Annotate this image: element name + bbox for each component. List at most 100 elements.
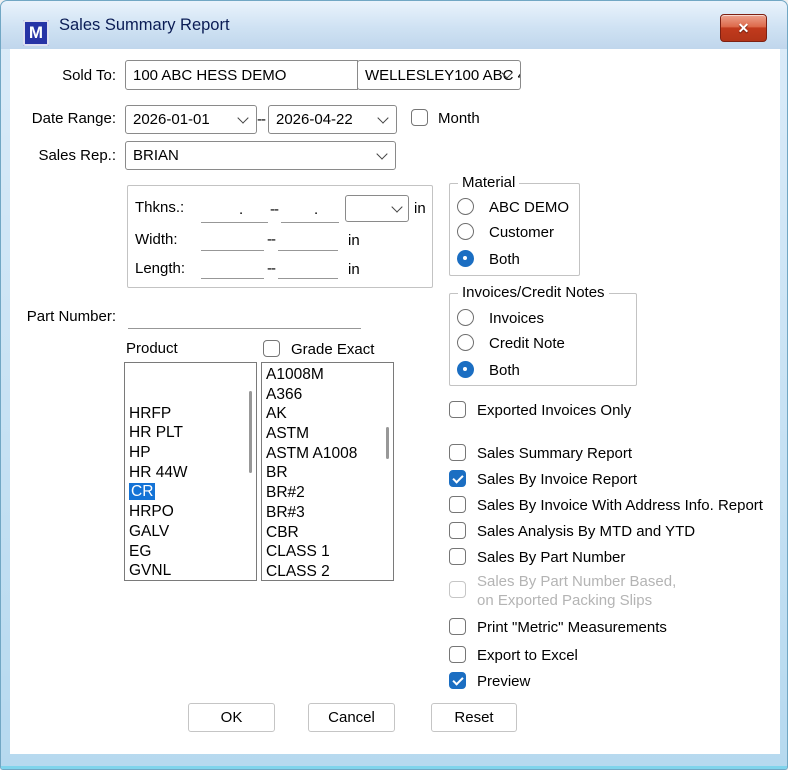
ok-button[interactable]: OK (188, 703, 275, 732)
sales-summary-report-dialog: M Sales Summary Report ✕ Sold To: 100 AB… (0, 0, 788, 770)
length-from-field[interactable] (201, 257, 264, 279)
date-range-label: Date Range: (31, 110, 116, 127)
grade-listbox[interactable]: A1008M A366 AK ASTM ASTM A1008 BR BR#2 B… (261, 362, 394, 581)
width-range-separator: -- (267, 231, 276, 248)
thkns-unit-combobox[interactable] (345, 195, 409, 222)
width-unit-label: in (348, 232, 360, 249)
invoices-radio-credit-note-label: Credit Note (489, 335, 565, 352)
product-listbox[interactable]: HRFP HR PLT HP HR 44W CR HRPO GALV EG GV… (124, 362, 257, 581)
sales-by-part-number-based-checkbox (449, 581, 466, 598)
list-item-text: ASTM A1008 (266, 444, 358, 462)
print-metric-measurements-label: Print "Metric" Measurements (477, 619, 667, 636)
list-item[interactable]: CLASS 1 (262, 542, 393, 562)
list-item-text: HRFP (129, 404, 172, 422)
width-to-field[interactable] (278, 229, 338, 251)
title-bar[interactable]: M Sales Summary Report ✕ (1, 1, 787, 49)
exported-invoices-only-label: Exported Invoices Only (477, 402, 632, 419)
list-item[interactable]: HR PLT (125, 423, 256, 443)
length-to-field[interactable] (278, 257, 338, 279)
list-item-text: BR#3 (266, 503, 305, 521)
width-label: Width: (135, 231, 178, 248)
list-item-text: EG (129, 542, 152, 560)
date-from-value: 2026-01-01 (133, 111, 210, 128)
preview-checkbox[interactable] (449, 672, 466, 689)
list-item[interactable]: GALV (125, 522, 256, 542)
sales-rep-label: Sales Rep.: (38, 147, 116, 164)
list-item-text: ASTM (266, 425, 310, 443)
list-item-text: GVNL (129, 562, 172, 580)
date-to-combobox[interactable]: 2026-04-22 (268, 105, 397, 134)
invoices-radio-both[interactable] (457, 361, 474, 378)
material-radio-both-label: Both (489, 251, 520, 268)
month-checkbox-label: Month (438, 110, 480, 127)
sales-by-part-number-label: Sales By Part Number (477, 549, 626, 566)
list-item[interactable]: HP (125, 443, 256, 463)
chevron-down-icon (376, 147, 388, 160)
list-item-text: CR (129, 483, 156, 501)
invoices-radio-credit-note[interactable] (457, 334, 474, 351)
sales-analysis-mtd-ytd-label: Sales Analysis By MTD and YTD (477, 523, 696, 540)
list-item[interactable]: BR#3 (262, 503, 393, 523)
list-item-text: AK (266, 405, 287, 423)
list-item[interactable]: CBR (262, 523, 393, 543)
sales-by-part-number-based-label-line2: on Exported Packing Slips (477, 592, 653, 609)
list-item[interactable]: BR (262, 463, 393, 483)
list-item[interactable]: A366 (262, 385, 393, 405)
list-item[interactable]: AK (262, 404, 393, 424)
exported-invoices-only-checkbox[interactable] (449, 401, 466, 418)
date-to-value: 2026-04-22 (276, 111, 353, 128)
list-item-text: HP (129, 444, 151, 462)
grade-exact-checkbox[interactable] (263, 340, 280, 357)
thkns-to-field[interactable] (281, 201, 339, 223)
list-item[interactable]: HR 44W (125, 463, 256, 483)
date-from-combobox[interactable]: 2026-01-01 (125, 105, 257, 134)
list-item[interactable]: HRPO (125, 502, 256, 522)
list-item[interactable]: ASTM (262, 424, 393, 444)
month-checkbox[interactable] (411, 109, 428, 126)
chevron-down-icon (377, 111, 389, 124)
sold-to-label: Sold To: (62, 67, 116, 84)
sales-rep-combobox[interactable]: BRIAN (125, 141, 396, 170)
material-radio-abc-demo[interactable] (457, 198, 474, 215)
sales-by-invoice-report-checkbox[interactable] (449, 470, 466, 487)
sold-to-code-field[interactable]: 100 ABC HESS DEMO (125, 60, 358, 90)
thkns-from-decimal: . (239, 201, 244, 218)
reset-button[interactable]: Reset (431, 703, 517, 732)
list-item[interactable]: EG (125, 542, 256, 562)
grade-list-scrollbar[interactable] (386, 427, 389, 459)
material-radio-both[interactable] (457, 250, 474, 267)
export-to-excel-label: Export to Excel (477, 647, 578, 664)
product-list-scrollbar[interactable] (249, 391, 252, 473)
list-item-text: GALV (129, 522, 170, 540)
list-item[interactable]: GVNL (125, 561, 256, 580)
list-item-text: CLASS 1 (266, 543, 330, 561)
list-item[interactable]: HRFP (125, 404, 256, 424)
part-number-field[interactable] (128, 307, 361, 329)
export-to-excel-checkbox[interactable] (449, 646, 466, 663)
chevron-down-icon (391, 200, 403, 213)
list-item-text: HR 44W (129, 463, 188, 481)
thkns-from-field[interactable] (201, 201, 268, 223)
sales-by-invoice-address-checkbox[interactable] (449, 496, 466, 513)
list-item-text: CLASS 2 (266, 562, 330, 580)
sales-summary-report-checkbox[interactable] (449, 444, 466, 461)
print-metric-measurements-checkbox[interactable] (449, 618, 466, 635)
width-from-field[interactable] (201, 229, 264, 251)
invoices-radio-invoices[interactable] (457, 309, 474, 326)
list-item[interactable]: CLASS 2 (262, 562, 393, 580)
invoices-legend: Invoices/Credit Notes (458, 284, 609, 301)
list-item[interactable]: CR (125, 482, 256, 502)
list-item[interactable]: A1008M (262, 365, 393, 385)
length-label: Length: (135, 260, 186, 277)
sales-by-invoice-address-label: Sales By Invoice With Address Info. Repo… (477, 497, 763, 514)
sales-analysis-mtd-ytd-checkbox[interactable] (449, 522, 466, 539)
invoices-radio-invoices-label: Invoices (489, 310, 545, 327)
cancel-button[interactable]: Cancel (308, 703, 395, 732)
list-item[interactable] (125, 384, 256, 404)
close-button[interactable]: ✕ (720, 14, 767, 42)
sales-by-part-number-checkbox[interactable] (449, 548, 466, 565)
list-item[interactable]: ASTM A1008 (262, 444, 393, 464)
sold-to-name-combobox[interactable]: WELLESLEY100 ABC 4 (357, 60, 521, 90)
material-radio-customer[interactable] (457, 223, 474, 240)
list-item[interactable]: BR#2 (262, 483, 393, 503)
